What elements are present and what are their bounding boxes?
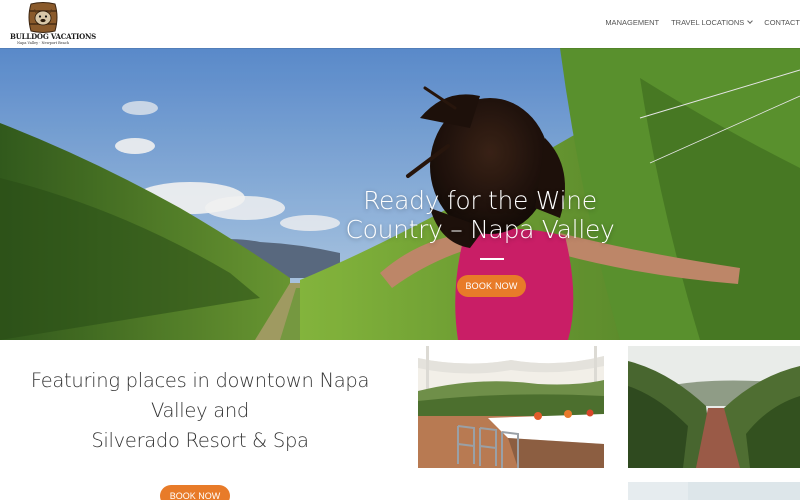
features-heading: Featuring places in downtown Napa Valley…: [0, 366, 400, 456]
chevron-down-icon: [747, 18, 754, 24]
features-heading-line3: Silverado Resort & Spa: [91, 429, 309, 452]
nav-item-label: CONTACT: [764, 18, 800, 27]
features-heading-line1: Featuring places in downtown Napa: [30, 369, 370, 392]
hero-heading-line1: Ready for the Wine: [363, 186, 597, 215]
features-heading-line2: Valley and: [150, 399, 250, 422]
nav-item-contact[interactable]: CONTACT: [764, 18, 800, 27]
sky-landscape-photo: [628, 482, 800, 500]
hero-banner: Ready for the Wine Country – Napa Valley…: [0, 48, 800, 340]
nav-item-management[interactable]: MANAGEMENT: [605, 18, 659, 27]
brand-logo[interactable]: BULLDOG VACATIONS Napa Valley · Newport …: [10, 2, 97, 46]
features-book-now-button[interactable]: BOOK NOW: [160, 485, 230, 500]
vineyard-rows-photo: [628, 346, 800, 468]
brand-tagline: Napa Valley · Newport Beach: [16, 41, 70, 45]
hero-divider: [480, 258, 504, 260]
hero-heading-line2: Country – Napa Valley: [345, 215, 615, 244]
nav-item-travel-locations[interactable]: TRAVEL LOCATIONS: [671, 18, 754, 27]
brand-name: BULLDOG VACATIONS: [10, 32, 97, 41]
nav-item-label: TRAVEL LOCATIONS: [671, 18, 745, 27]
main-nav: MANAGEMENT TRAVEL LOCATIONS CONTACT: [593, 18, 800, 27]
site-header: BULLDOG VACATIONS Napa Valley · Newport …: [0, 0, 800, 48]
nav-item-label: MANAGEMENT: [605, 18, 660, 27]
hero-book-now-button[interactable]: BOOK NOW: [457, 275, 526, 297]
outdoor-dinner-photo: [418, 346, 604, 468]
hero-heading: Ready for the Wine Country – Napa Valley: [325, 186, 635, 244]
